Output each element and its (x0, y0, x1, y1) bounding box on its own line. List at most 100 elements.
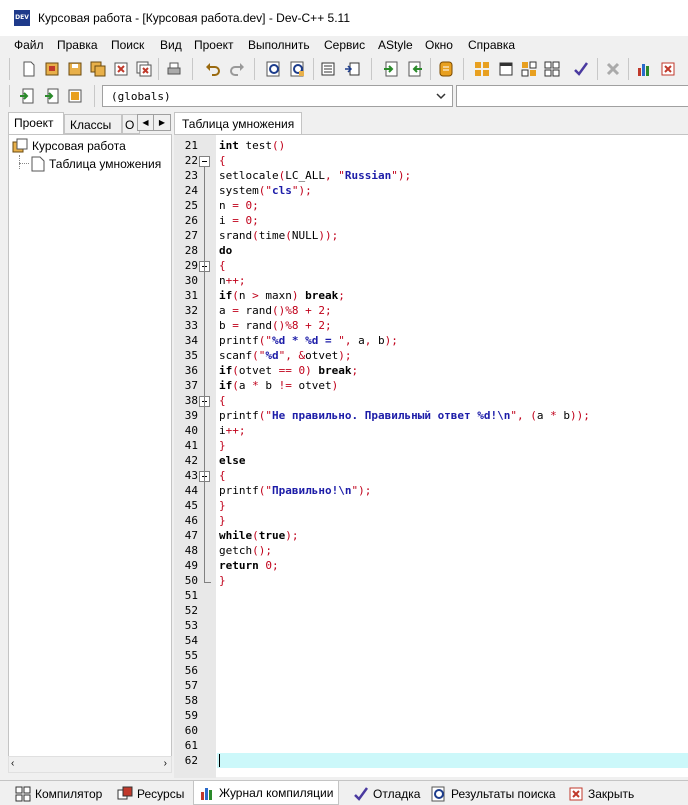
line-number: 42 (184, 454, 198, 467)
code-editor[interactable]: 21 int test() 22 {23 setlocale(LC_ALL, "Russ… (174, 134, 688, 778)
title-bar: DEV Курсовая работа - [Курсовая работа.d… (0, 0, 688, 36)
add-to-project-icon[interactable] (17, 86, 37, 106)
line-number: 50 (184, 574, 198, 587)
tree-file[interactable]: Таблица умножения (31, 156, 161, 172)
code-line: getch(); (219, 544, 272, 557)
line-number: 21 (184, 139, 198, 152)
code-line: { (219, 154, 226, 167)
toolbar-separator (597, 58, 598, 80)
code-line: else (219, 454, 246, 467)
line-number: 26 (184, 214, 198, 227)
code-line: i++; (219, 424, 246, 437)
compile-icon[interactable] (472, 59, 492, 79)
toolbar-separator (158, 58, 159, 80)
remove-from-project-icon[interactable] (42, 86, 62, 106)
chevron-right-icon[interactable]: ▶ (154, 115, 170, 130)
tab-compiler[interactable]: Компилятор (10, 783, 107, 805)
check-icon[interactable] (571, 59, 591, 79)
line-number: 37 (184, 379, 198, 392)
redo-icon[interactable] (227, 59, 247, 79)
editor-tab[interactable]: Таблица умножения (174, 112, 303, 135)
undo-icon[interactable] (203, 59, 223, 79)
text-caret (219, 754, 220, 767)
compile-log-icon (201, 787, 212, 800)
compile-run-icon[interactable] (519, 59, 539, 79)
tab-project[interactable]: Проект (8, 112, 64, 135)
line-number: 52 (184, 604, 198, 617)
window-title: Курсовая работа - [Курсовая работа.dev] … (38, 11, 350, 25)
open-icon[interactable] (42, 59, 62, 79)
replace-icon[interactable] (288, 59, 308, 79)
menu-file[interactable]: Файл (14, 38, 44, 52)
tab-classes[interactable]: Классы (64, 114, 122, 134)
toolbar-separator (430, 58, 431, 80)
debug-icon[interactable] (658, 59, 678, 79)
tab-scroll-buttons: ◀ ▶ (137, 114, 171, 131)
line-number: 24 (184, 184, 198, 197)
scroll-right-icon[interactable]: › (164, 758, 167, 769)
scroll-left-icon[interactable]: ‹ (11, 758, 14, 769)
line-number: 43 (184, 469, 198, 482)
rebuild-icon[interactable] (542, 59, 562, 79)
goto-icon[interactable] (381, 59, 401, 79)
line-number: 48 (184, 544, 198, 557)
project-tree: Курсовая работа Таблица умножения (8, 134, 172, 759)
line-number: 31 (184, 289, 198, 302)
dev-cpp-icon: DEV (14, 10, 30, 26)
tab-resources[interactable]: Ресурсы (112, 783, 189, 805)
code-line: if(n > maxn) break; (219, 289, 345, 302)
tab-close[interactable]: Закрыть (563, 783, 639, 805)
menu-search[interactable]: Поиск (111, 38, 144, 52)
line-number: 41 (184, 439, 198, 452)
tab-search-results[interactable]: Результаты поиска (426, 783, 561, 805)
menu-tools[interactable]: Сервис (324, 38, 365, 52)
fold-toggle-icon[interactable] (199, 156, 210, 167)
find-icon[interactable] (264, 59, 284, 79)
menu-window[interactable]: Окно (425, 38, 453, 52)
project-icon (12, 138, 28, 153)
stop-icon[interactable] (603, 59, 623, 79)
line-number: 44 (184, 484, 198, 497)
menu-view[interactable]: Вид (160, 38, 182, 52)
file-icon (31, 156, 45, 172)
line-number: 54 (184, 634, 198, 647)
line-number: 61 (184, 739, 198, 752)
horizontal-scrollbar[interactable]: ‹ › (8, 756, 172, 773)
menu-project[interactable]: Проект (194, 38, 234, 52)
code-line: do (219, 244, 233, 257)
menu-help[interactable]: Справка (468, 38, 515, 52)
run-icon[interactable] (496, 59, 516, 79)
tab-debug-output[interactable]: Отладка (348, 783, 425, 805)
scope-combo[interactable]: (globals) (102, 85, 453, 107)
close-icon[interactable] (111, 59, 131, 79)
chart-icon[interactable] (634, 59, 654, 79)
scope-combo-value: (globals) (111, 90, 171, 103)
tree-root[interactable]: Курсовая работа (12, 138, 126, 154)
chevron-down-icon[interactable] (434, 89, 448, 103)
save-all-icon[interactable] (88, 59, 108, 79)
menu-run[interactable]: Выполнить (248, 38, 310, 52)
close-all-icon[interactable] (134, 59, 154, 79)
code-line: { (219, 259, 226, 272)
menu-edit[interactable]: Правка (57, 38, 98, 52)
unindent-icon[interactable] (342, 59, 362, 79)
project-options-icon[interactable] (65, 86, 85, 106)
print-icon[interactable] (164, 59, 184, 79)
function-combo[interactable] (456, 85, 688, 107)
bookmark-icon[interactable] (405, 59, 425, 79)
line-number: 30 (184, 274, 198, 287)
tab-compile-log[interactable]: Журнал компиляции (193, 781, 340, 805)
line-number: 22 (184, 154, 198, 167)
toolbar-separator (9, 58, 10, 80)
current-line-highlight (217, 753, 688, 768)
line-number: 55 (184, 649, 198, 662)
save-icon[interactable] (65, 59, 85, 79)
class-icon[interactable] (436, 59, 456, 79)
line-number: 40 (184, 424, 198, 437)
menu-astyle[interactable]: AStyle (378, 38, 413, 52)
toolbar-separator (463, 58, 464, 80)
chevron-left-icon[interactable]: ◀ (138, 115, 154, 130)
new-file-icon[interactable] (19, 59, 39, 79)
indent-icon[interactable] (318, 59, 338, 79)
code-line: return 0; (219, 559, 279, 572)
